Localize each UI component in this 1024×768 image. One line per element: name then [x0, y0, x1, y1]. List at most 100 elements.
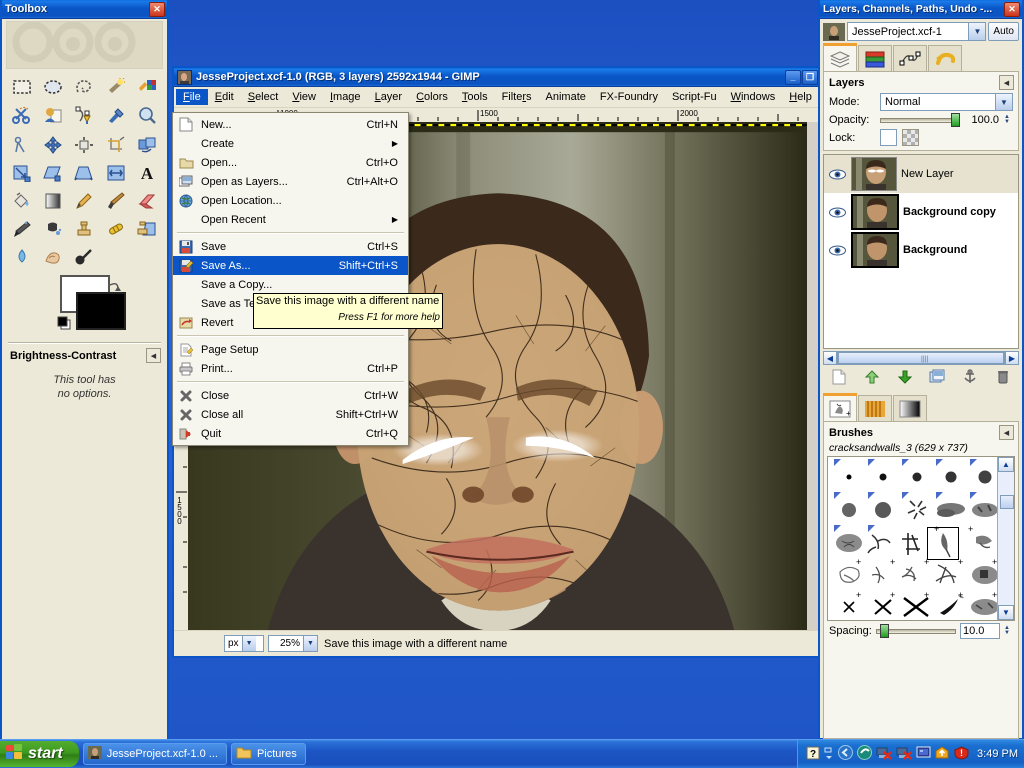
menu-item-close-all[interactable]: Close all Shift+Ctrl+W: [173, 405, 408, 424]
delete-layer-button[interactable]: [995, 369, 1011, 388]
foreground-select-tool[interactable]: [37, 101, 68, 129]
scroll-up-button[interactable]: ▲: [998, 457, 1014, 472]
close-icon[interactable]: ✕: [1004, 1, 1020, 17]
brushes-panel-menu-icon[interactable]: ◀: [999, 425, 1014, 440]
gradient-tool[interactable]: [37, 187, 68, 215]
lock-transparency-icon[interactable]: [902, 129, 919, 146]
network-disconnected-2-icon[interactable]: [896, 746, 912, 763]
menu-select[interactable]: Select: [241, 89, 286, 105]
network-disconnected-1-icon[interactable]: [876, 746, 892, 763]
start-button[interactable]: start: [0, 741, 79, 767]
tab-undo[interactable]: [928, 45, 962, 71]
text-tool[interactable]: A: [132, 159, 163, 187]
layer-scroll-track[interactable]: ||||: [837, 351, 1005, 365]
menu-item-save-as[interactable]: Save As... Shift+Ctrl+S: [173, 256, 408, 275]
maximize-icon[interactable]: ❐: [802, 69, 818, 85]
eraser-tool[interactable]: [132, 187, 163, 215]
paintbrush-tool[interactable]: [100, 187, 131, 215]
menu-colors[interactable]: Colors: [409, 89, 455, 105]
rotate-tool[interactable]: [132, 131, 163, 159]
brush-grid-scrollbar[interactable]: ▲ ▼: [997, 457, 1014, 620]
ellipse-select-tool[interactable]: [37, 73, 68, 101]
menu-item-open-location[interactable]: Open Location...: [173, 191, 408, 210]
tab-channels[interactable]: [858, 45, 892, 71]
expand-tray-icon[interactable]: [824, 746, 834, 763]
tab-brushes[interactable]: +: [823, 393, 857, 421]
menu-fx-foundry[interactable]: FX-Foundry: [593, 89, 665, 105]
rect-select-tool[interactable]: [6, 73, 37, 101]
blur-sharpen-tool[interactable]: [6, 243, 37, 271]
unit-selector[interactable]: px ▼: [224, 635, 264, 652]
display-tray-icon[interactable]: [916, 746, 931, 763]
anchor-layer-button[interactable]: [962, 368, 978, 388]
lower-layer-button[interactable]: [897, 369, 913, 388]
menu-image[interactable]: Image: [323, 89, 368, 105]
crop-tool[interactable]: [100, 131, 131, 159]
measure-tool[interactable]: [6, 131, 37, 159]
spacing-spinner[interactable]: ▲ ▼: [1004, 625, 1013, 636]
opacity-slider[interactable]: [880, 113, 960, 127]
ink-tool[interactable]: [37, 215, 68, 243]
chevron-down-icon[interactable]: ▼: [995, 94, 1012, 110]
move-tool[interactable]: [37, 131, 68, 159]
back-tray-icon[interactable]: [838, 745, 854, 763]
clone-tool[interactable]: [69, 215, 100, 243]
tab-gradients[interactable]: [893, 395, 927, 421]
color-picker-tool[interactable]: [100, 101, 131, 129]
shear-tool[interactable]: [37, 159, 68, 187]
smudge-tool[interactable]: [37, 243, 68, 271]
eye-icon[interactable]: [827, 245, 847, 256]
scale-tool[interactable]: [6, 159, 37, 187]
pencil-tool[interactable]: [69, 187, 100, 215]
select-by-color-tool[interactable]: [132, 73, 163, 101]
menu-item-open-as-layers[interactable]: Open as Layers... Ctrl+Alt+O: [173, 172, 408, 191]
menu-layer[interactable]: Layer: [368, 89, 410, 105]
layer-list[interactable]: New Layer Background copy Background: [823, 154, 1019, 349]
taskbar-button-pictures[interactable]: Pictures: [230, 743, 306, 765]
menu-tools[interactable]: Tools: [455, 89, 495, 105]
fuzzy-select-tool[interactable]: [100, 73, 131, 101]
scroll-right-button[interactable]: ▶: [1005, 351, 1019, 365]
bucket-fill-tool[interactable]: [6, 187, 37, 215]
tool-options-menu-icon[interactable]: ◀: [146, 348, 161, 363]
layer-row-new-layer[interactable]: New Layer: [824, 155, 1018, 193]
menu-item-create[interactable]: Create ▶: [173, 134, 408, 153]
scissors-select-tool[interactable]: [6, 101, 37, 129]
menu-item-new[interactable]: New... Ctrl+N: [173, 115, 408, 134]
tab-paths[interactable]: [893, 45, 927, 71]
paths-tool[interactable]: [69, 101, 100, 129]
brush-grid[interactable]: + + + + + + + + + + + + ▲ ▼: [827, 456, 1015, 621]
free-select-tool[interactable]: [69, 73, 100, 101]
menu-script-fu[interactable]: Script-Fu: [665, 89, 724, 105]
perspective-tool[interactable]: [69, 159, 100, 187]
auto-button[interactable]: Auto: [988, 22, 1019, 41]
perspective-clone-tool[interactable]: [132, 215, 163, 243]
taskbar-button-gimp[interactable]: JesseProject.xcf-1.0 ...: [82, 743, 227, 765]
menu-file[interactable]: File: [176, 89, 208, 105]
mode-selector[interactable]: Normal ▼: [880, 93, 1013, 111]
brush-cell-selected[interactable]: [927, 527, 959, 560]
minimize-icon[interactable]: _: [785, 69, 801, 85]
tab-layers[interactable]: [823, 43, 857, 71]
zoom-tool[interactable]: [132, 101, 163, 129]
align-tool[interactable]: [69, 131, 100, 159]
eye-icon[interactable]: [827, 169, 847, 180]
chevron-down-icon[interactable]: ▼: [241, 636, 256, 651]
menu-item-close[interactable]: Close Ctrl+W: [173, 386, 408, 405]
lock-alpha-checkbox[interactable]: [880, 129, 897, 146]
layer-scroll-thumb[interactable]: ||||: [838, 352, 1004, 364]
scroll-down-button[interactable]: ▼: [998, 605, 1014, 620]
menu-filters[interactable]: Filters: [495, 89, 539, 105]
dodge-burn-tool[interactable]: [69, 243, 100, 271]
menu-item-save-a-copy[interactable]: Save a Copy...: [173, 275, 408, 294]
eye-icon[interactable]: [827, 207, 847, 218]
layers-panel-menu-icon[interactable]: ◀: [999, 75, 1014, 90]
layer-row-background-copy[interactable]: Background copy: [824, 193, 1018, 231]
menu-item-open-recent[interactable]: Open Recent ▶: [173, 210, 408, 229]
menu-item-save[interactable]: Save Ctrl+S: [173, 237, 408, 256]
opacity-spinner[interactable]: ▲ ▼: [1004, 114, 1013, 125]
menu-item-print[interactable]: Print... Ctrl+P: [173, 359, 408, 378]
raise-layer-button[interactable]: [864, 369, 880, 388]
chevron-down-icon[interactable]: ▼: [303, 636, 317, 651]
layer-list-scrollbar[interactable]: ◀ |||| ▶: [823, 351, 1019, 365]
